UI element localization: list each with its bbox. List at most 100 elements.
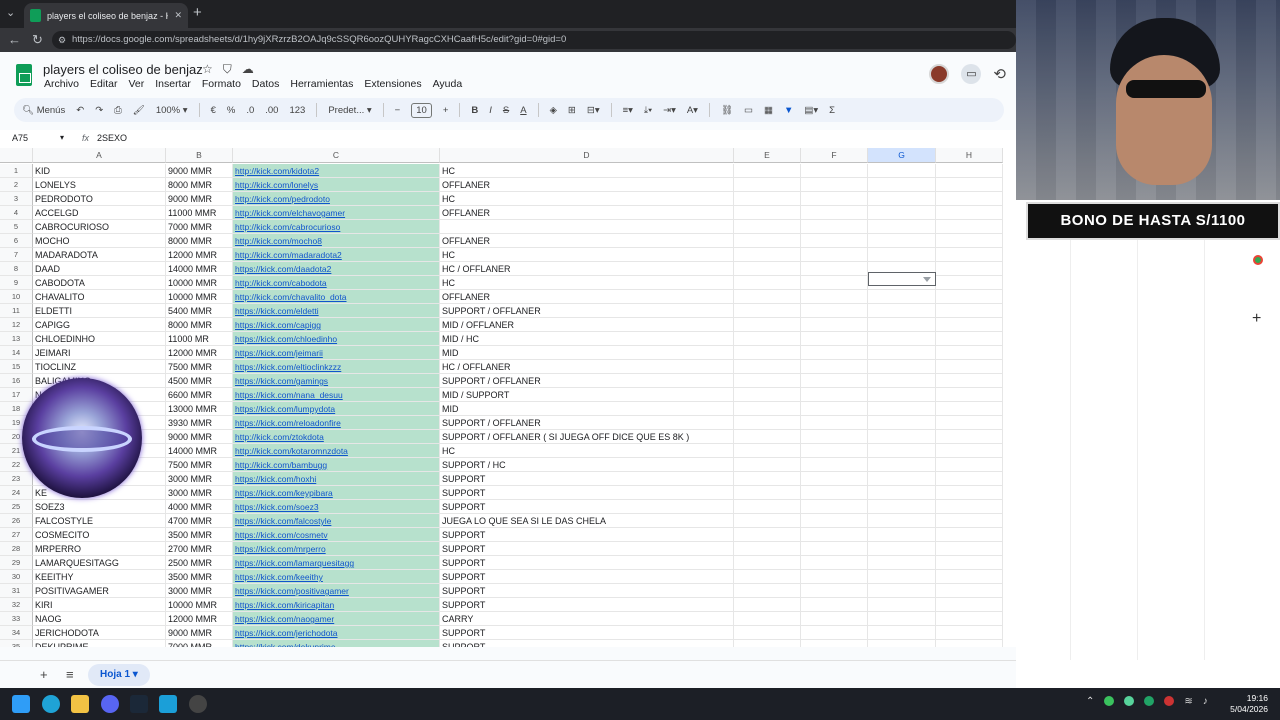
row-header[interactable]: 33 bbox=[0, 612, 33, 626]
column-header-g[interactable]: G bbox=[868, 148, 936, 163]
cell-c[interactable]: https://kick.com/nana_desuu bbox=[233, 388, 440, 402]
redo-icon[interactable]: ↷ bbox=[95, 105, 103, 116]
cell-c[interactable]: https://kick.com/lumpydota bbox=[233, 402, 440, 416]
cell-empty[interactable] bbox=[868, 570, 936, 584]
cell-empty[interactable] bbox=[801, 346, 868, 360]
cell-b[interactable]: 3500 MMR bbox=[166, 570, 233, 584]
tray-app-icon[interactable] bbox=[1104, 696, 1115, 706]
cell-b[interactable]: 8000 MMR bbox=[166, 234, 233, 248]
cell-b[interactable]: 11000 MMR bbox=[166, 206, 233, 220]
cell-empty[interactable] bbox=[936, 304, 1003, 318]
cell-empty[interactable] bbox=[734, 514, 801, 528]
cell-empty[interactable] bbox=[868, 472, 936, 486]
cell-empty[interactable] bbox=[868, 598, 936, 612]
row-header[interactable]: 7 bbox=[0, 248, 33, 262]
cell-empty[interactable] bbox=[936, 486, 1003, 500]
column-header-b[interactable]: B bbox=[166, 148, 233, 163]
cell-d[interactable]: SUPPORT bbox=[440, 472, 734, 486]
menu-extensiones[interactable]: Extensiones bbox=[364, 78, 421, 90]
cell-d[interactable]: HC bbox=[440, 164, 734, 178]
cell-c[interactable]: https://kick.com/lamarquesitagg bbox=[233, 556, 440, 570]
cell-d[interactable]: CARRY bbox=[440, 612, 734, 626]
cell-a[interactable]: LAMARQUESITAGG bbox=[33, 556, 166, 570]
cell-c[interactable]: https://kick.com/falcostyle bbox=[233, 514, 440, 528]
cell-d[interactable]: HC bbox=[440, 444, 734, 458]
menu-ver[interactable]: Ver bbox=[128, 78, 144, 90]
row-header[interactable]: 25 bbox=[0, 500, 33, 514]
column-header-f[interactable]: F bbox=[801, 148, 868, 163]
cell-empty[interactable] bbox=[801, 500, 868, 514]
cell-empty[interactable] bbox=[936, 332, 1003, 346]
cell-a[interactable]: CABODOTA bbox=[33, 276, 166, 290]
cell-c[interactable]: https://kick.com/kiricapitan bbox=[233, 598, 440, 612]
cell-d[interactable]: SUPPORT bbox=[440, 570, 734, 584]
cell-b[interactable]: 3500 MMR bbox=[166, 528, 233, 542]
formula-input[interactable]: 2SEXO bbox=[97, 133, 127, 143]
cell-empty[interactable] bbox=[936, 514, 1003, 528]
cell-empty[interactable] bbox=[868, 346, 936, 360]
cell-empty[interactable] bbox=[936, 500, 1003, 514]
tray-app-icon[interactable] bbox=[1144, 696, 1155, 706]
cell-empty[interactable] bbox=[936, 402, 1003, 416]
cell-b[interactable]: 7500 MMR bbox=[166, 360, 233, 374]
cell-empty[interactable] bbox=[868, 290, 936, 304]
cell-empty[interactable] bbox=[936, 248, 1003, 262]
row-header[interactable]: 31 bbox=[0, 584, 33, 598]
cell-empty[interactable] bbox=[734, 262, 801, 276]
cell-d[interactable]: SUPPORT bbox=[440, 584, 734, 598]
cell-b[interactable]: 4700 MMR bbox=[166, 514, 233, 528]
cell-a[interactable]: FALCOSTYLE bbox=[33, 514, 166, 528]
cell-empty[interactable] bbox=[734, 458, 801, 472]
cell-b[interactable]: 4500 MMR bbox=[166, 374, 233, 388]
chrome-icon[interactable] bbox=[189, 695, 207, 713]
cell-empty[interactable] bbox=[936, 234, 1003, 248]
align-left-icon[interactable]: ≡▾ bbox=[623, 105, 633, 116]
cell-empty[interactable] bbox=[734, 584, 801, 598]
cell-empty[interactable] bbox=[734, 374, 801, 388]
cell-empty[interactable] bbox=[734, 472, 801, 486]
cell-c[interactable]: http://kick.com/kotaromnzdota bbox=[233, 444, 440, 458]
new-tab-plus-icon[interactable]: + bbox=[193, 4, 202, 21]
cell-a[interactable]: CABROCURIOSO bbox=[33, 220, 166, 234]
site-info-icon[interactable]: ⚙ bbox=[58, 31, 66, 49]
cell-b[interactable]: 11000 MR bbox=[166, 332, 233, 346]
cell-a[interactable]: SOEZ3 bbox=[33, 500, 166, 514]
cell-empty[interactable] bbox=[801, 430, 868, 444]
steam-icon[interactable] bbox=[130, 695, 148, 713]
cell-c[interactable]: https://kick.com/keeithy bbox=[233, 570, 440, 584]
cell-d[interactable]: SUPPORT / OFFLANER ( SI JUEGA OFF DICE Q… bbox=[440, 430, 734, 444]
cell-d[interactable]: HC bbox=[440, 248, 734, 262]
cell-a[interactable]: DAAD bbox=[33, 262, 166, 276]
maps-addon-icon[interactable] bbox=[1253, 255, 1263, 265]
cell-c[interactable]: http://kick.com/ztokdota bbox=[233, 430, 440, 444]
cell-empty[interactable] bbox=[936, 528, 1003, 542]
cell-empty[interactable] bbox=[801, 458, 868, 472]
cell-c[interactable]: http://kick.com/elchavogamer bbox=[233, 206, 440, 220]
cell-c[interactable]: http://kick.com/chavalito_dota bbox=[233, 290, 440, 304]
cell-empty[interactable] bbox=[936, 290, 1003, 304]
cell-empty[interactable] bbox=[801, 248, 868, 262]
cell-c[interactable]: https://kick.com/jeimarii bbox=[233, 346, 440, 360]
cell-d[interactable]: SUPPORT / OFFLANER bbox=[440, 304, 734, 318]
cell-c[interactable]: http://kick.com/bambugg bbox=[233, 458, 440, 472]
cell-empty[interactable] bbox=[734, 542, 801, 556]
cell-d[interactable]: SUPPORT bbox=[440, 528, 734, 542]
cell-b[interactable]: 9000 MMR bbox=[166, 164, 233, 178]
cell-empty[interactable] bbox=[734, 556, 801, 570]
cell-empty[interactable] bbox=[801, 444, 868, 458]
cell-a[interactable]: KIRI bbox=[33, 598, 166, 612]
row-header[interactable]: 28 bbox=[0, 542, 33, 556]
menu-herramientas[interactable]: Herramientas bbox=[290, 78, 353, 90]
cell-empty[interactable] bbox=[734, 528, 801, 542]
row-header[interactable]: 30 bbox=[0, 570, 33, 584]
cell-empty[interactable] bbox=[868, 206, 936, 220]
cell-empty[interactable] bbox=[868, 360, 936, 374]
row-header[interactable]: 17 bbox=[0, 388, 33, 402]
cell-empty[interactable] bbox=[801, 416, 868, 430]
row-header[interactable]: 13 bbox=[0, 332, 33, 346]
cell-a[interactable]: PEDRODOTO bbox=[33, 192, 166, 206]
cell-a[interactable]: COSMECITO bbox=[33, 528, 166, 542]
cell-d[interactable] bbox=[440, 220, 734, 234]
row-header[interactable]: 32 bbox=[0, 598, 33, 612]
insert-comment-icon[interactable]: ▭ bbox=[744, 105, 753, 116]
